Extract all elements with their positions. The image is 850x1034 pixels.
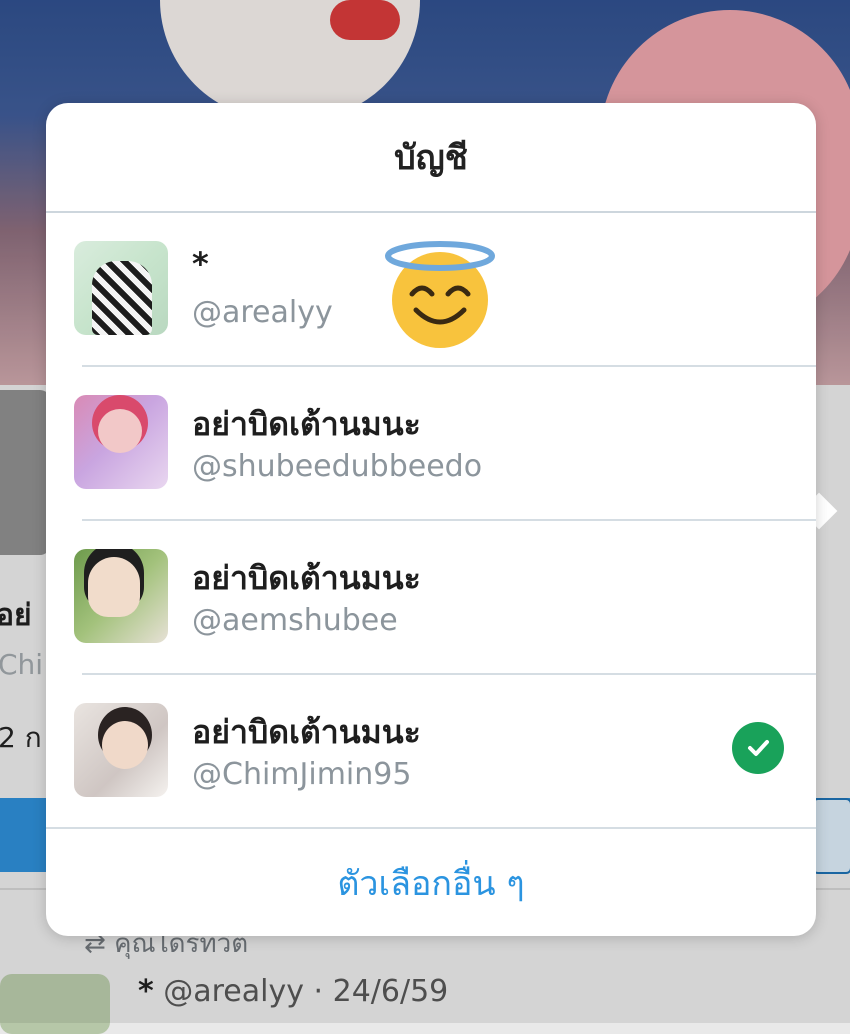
other-options-button[interactable]: ตัวเลือกอื่น ๆ [46,830,816,936]
sheet-title: บัญชี [46,103,816,213]
account-name: อย่าบิดเต้านมนะ [192,713,421,751]
account-handle: @ChimJimin95 [192,757,412,792]
account-switcher-sheet: บัญชี * @arealyy อย่าบิดเต้านมนะ @shubee… [46,103,816,936]
avatar [74,395,168,489]
selected-check-icon [732,722,784,774]
account-row-aemshubee[interactable]: อย่าบิดเต้านมนะ @aemshubee [46,521,816,675]
avatar [74,241,168,335]
account-handle: @aemshubee [192,603,398,638]
account-name: * [192,245,209,283]
account-name: อย่าบิดเต้านมนะ [192,559,421,597]
account-handle: @shubeedubbeedo [192,449,483,484]
smiling-face-with-halo-icon [385,241,495,348]
account-handle: @arealyy [192,295,333,330]
checkmark-icon [748,740,769,756]
account-name: อย่าบิดเต้านมนะ [192,405,421,443]
account-row-shubeedubbeedo[interactable]: อย่าบิดเต้านมนะ @shubeedubbeedo [46,367,816,521]
row-divider [46,827,816,829]
avatar [74,549,168,643]
avatar [74,703,168,797]
account-row-chimjimin95[interactable]: อย่าบิดเต้านมนะ @ChimJimin95 [46,675,816,829]
